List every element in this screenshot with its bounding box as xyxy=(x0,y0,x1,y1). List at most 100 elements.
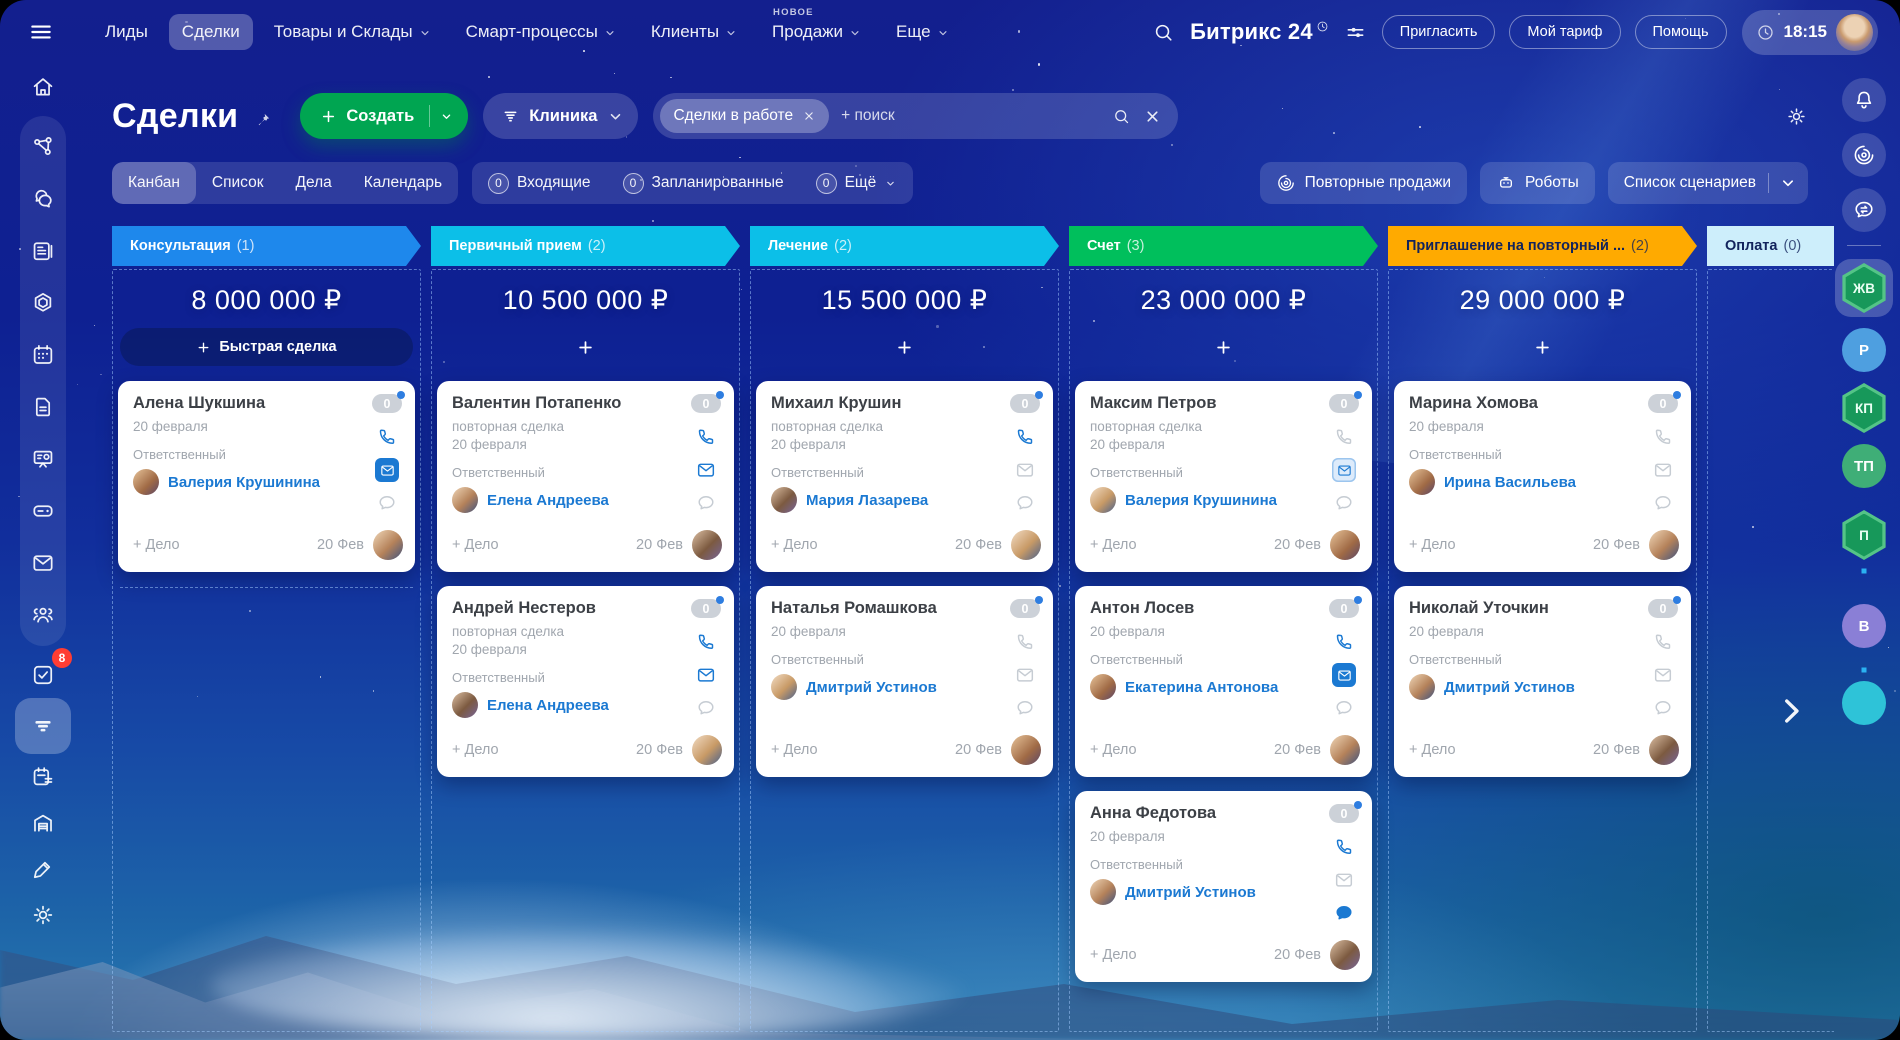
user-presence-1[interactable]: ЖВ xyxy=(1835,259,1893,317)
assignee-avatar[interactable] xyxy=(1330,530,1360,560)
counter-item-3[interactable]: 0Ещё xyxy=(800,162,914,204)
column-header[interactable]: Оплата(0) xyxy=(1707,226,1834,266)
close-icon[interactable] xyxy=(802,109,816,123)
chat-action[interactable] xyxy=(1651,491,1675,515)
sidebar-item-gear[interactable] xyxy=(20,892,66,938)
responsible-link[interactable]: Дмитрий Устинов xyxy=(1444,679,1575,696)
chevron-down-icon[interactable] xyxy=(1778,173,1798,193)
assignee-avatar[interactable] xyxy=(692,530,722,560)
toolbar-action-1[interactable]: Повторные продажи xyxy=(1260,162,1467,204)
phone-action[interactable] xyxy=(1332,425,1356,449)
nav-item-7[interactable]: Еще xyxy=(883,14,963,50)
nav-item-5[interactable]: Клиенты xyxy=(638,14,751,50)
column-header[interactable]: Консультация(1) xyxy=(112,226,421,266)
pin-icon[interactable] xyxy=(253,110,273,130)
sidebar-item-network[interactable] xyxy=(20,124,66,170)
phone-action[interactable] xyxy=(1332,835,1356,859)
responsible-link[interactable]: Валерия Крушинина xyxy=(168,474,320,491)
assignee-avatar[interactable] xyxy=(1011,530,1041,560)
deal-card[interactable]: Марина Хомова20 февраляОтветственныйИрин… xyxy=(1394,381,1691,572)
menu-icon[interactable] xyxy=(28,19,54,45)
user-presence-4[interactable]: ТП xyxy=(1842,444,1886,488)
add-todo-link[interactable]: + Дело xyxy=(1409,742,1456,758)
mail-action[interactable] xyxy=(1013,458,1037,482)
assignee-avatar[interactable] xyxy=(692,735,722,765)
assignee-avatar[interactable] xyxy=(1011,735,1041,765)
phone-action[interactable] xyxy=(1651,630,1675,654)
column-header[interactable]: Счет(3) xyxy=(1069,226,1378,266)
add-todo-link[interactable]: + Дело xyxy=(452,742,499,758)
column-header[interactable]: Лечение(2) xyxy=(750,226,1059,266)
assignee-avatar[interactable] xyxy=(1330,735,1360,765)
create-deal-button[interactable]: Создать xyxy=(300,93,468,139)
counter-item-1[interactable]: 0Входящие xyxy=(472,162,607,204)
phone-action[interactable] xyxy=(375,425,399,449)
mail-action[interactable] xyxy=(1651,458,1675,482)
deal-card[interactable]: Михаил Крушинповторная сделка20 февраляО… xyxy=(756,381,1053,572)
sidebar-item-mail[interactable] xyxy=(20,540,66,586)
sidebar-item-boardp[interactable] xyxy=(20,436,66,482)
responsible-link[interactable]: Мария Лазарева xyxy=(806,492,928,509)
responsible-link[interactable]: Екатерина Антонова xyxy=(1125,679,1278,696)
chevron-down-icon[interactable] xyxy=(439,109,454,124)
phone-action[interactable] xyxy=(1013,630,1037,654)
deals-search-bar[interactable]: Сделки в работе + поиск xyxy=(653,93,1178,139)
chat-action[interactable] xyxy=(1332,491,1356,515)
user-avatar[interactable] xyxy=(1836,14,1873,51)
repeat-sales-button[interactable] xyxy=(1842,133,1886,177)
nav-item-1[interactable]: Лиды xyxy=(92,14,161,50)
deal-card[interactable]: Андрей Нестеровповторная сделка20 феврал… xyxy=(437,586,734,777)
sidebar-item-drive[interactable] xyxy=(20,488,66,534)
nav-item-2[interactable]: Сделки xyxy=(169,14,253,50)
assignee-avatar[interactable] xyxy=(1649,530,1679,560)
mail-action[interactable] xyxy=(1651,663,1675,687)
search-icon[interactable] xyxy=(1112,107,1131,126)
responsible-link[interactable]: Елена Андреева xyxy=(487,492,609,509)
scroll-right-button[interactable] xyxy=(1774,694,1808,728)
add-todo-link[interactable]: + Дело xyxy=(771,537,818,553)
add-todo-link[interactable]: + Дело xyxy=(1090,947,1137,963)
add-todo-link[interactable]: + Дело xyxy=(133,537,180,553)
sidebar-item-chats[interactable] xyxy=(20,176,66,222)
column-header[interactable]: Первичный прием(2) xyxy=(431,226,740,266)
sliders-icon[interactable] xyxy=(1344,21,1367,44)
chat-action[interactable] xyxy=(1332,901,1356,925)
deal-card[interactable]: Наталья Ромашкова20 февраляОтветственный… xyxy=(756,586,1053,777)
view-tab-2[interactable]: Список xyxy=(196,162,280,204)
sidebar-item-tasks[interactable]: 8 xyxy=(20,652,66,698)
sidebar-item-copilot[interactable] xyxy=(20,280,66,326)
sidebar-item-planner[interactable] xyxy=(20,754,66,800)
deal-card[interactable]: Максим Петровповторная сделка20 февраляО… xyxy=(1075,381,1372,572)
topbar-button-1[interactable]: Пригласить xyxy=(1382,15,1496,49)
column-header[interactable]: Приглашение на повторный ...(2) xyxy=(1388,226,1697,266)
view-tab-4[interactable]: Календарь xyxy=(348,162,458,204)
view-tab-3[interactable]: Дела xyxy=(280,162,348,204)
phone-action[interactable] xyxy=(1332,630,1356,654)
nav-item-6[interactable]: НОВОЕПродажи xyxy=(759,14,875,50)
sidebar-item-feed[interactable] xyxy=(20,228,66,274)
search-icon[interactable] xyxy=(1152,21,1175,44)
add-deal-button[interactable] xyxy=(758,328,1051,366)
add-deal-button[interactable] xyxy=(1077,328,1370,366)
deal-card[interactable]: Алена Шукшина20 февраляОтветственныйВале… xyxy=(118,381,415,572)
add-todo-link[interactable]: + Дело xyxy=(1090,742,1137,758)
phone-action[interactable] xyxy=(1651,425,1675,449)
sidebar-item-crm[interactable] xyxy=(15,698,71,754)
mail-action[interactable] xyxy=(694,458,718,482)
deal-card[interactable]: Антон Лосев20 февраляОтветственныйЕкатер… xyxy=(1075,586,1372,777)
assignee-avatar[interactable] xyxy=(1330,940,1360,970)
toolbar-action-2[interactable]: Роботы xyxy=(1480,162,1595,204)
mail-action[interactable] xyxy=(1332,663,1356,687)
work-time-widget[interactable]: 18:15 xyxy=(1742,10,1878,55)
sidebar-item-home[interactable] xyxy=(20,64,66,110)
deal-card[interactable]: Валентин Потапенкоповторная сделка20 фев… xyxy=(437,381,734,572)
user-presence-2[interactable]: Р xyxy=(1842,328,1886,372)
add-deal-button[interactable] xyxy=(1396,328,1689,366)
user-presence-6[interactable]: П xyxy=(1841,510,1887,560)
add-deal-button[interactable] xyxy=(439,328,732,366)
add-todo-link[interactable]: + Дело xyxy=(452,537,499,553)
view-tab-1[interactable]: Канбан xyxy=(112,162,196,204)
nav-item-3[interactable]: Товары и Склады xyxy=(261,14,445,50)
sidebar-item-warehouse[interactable] xyxy=(20,800,66,846)
notifications-button[interactable] xyxy=(1842,78,1886,122)
